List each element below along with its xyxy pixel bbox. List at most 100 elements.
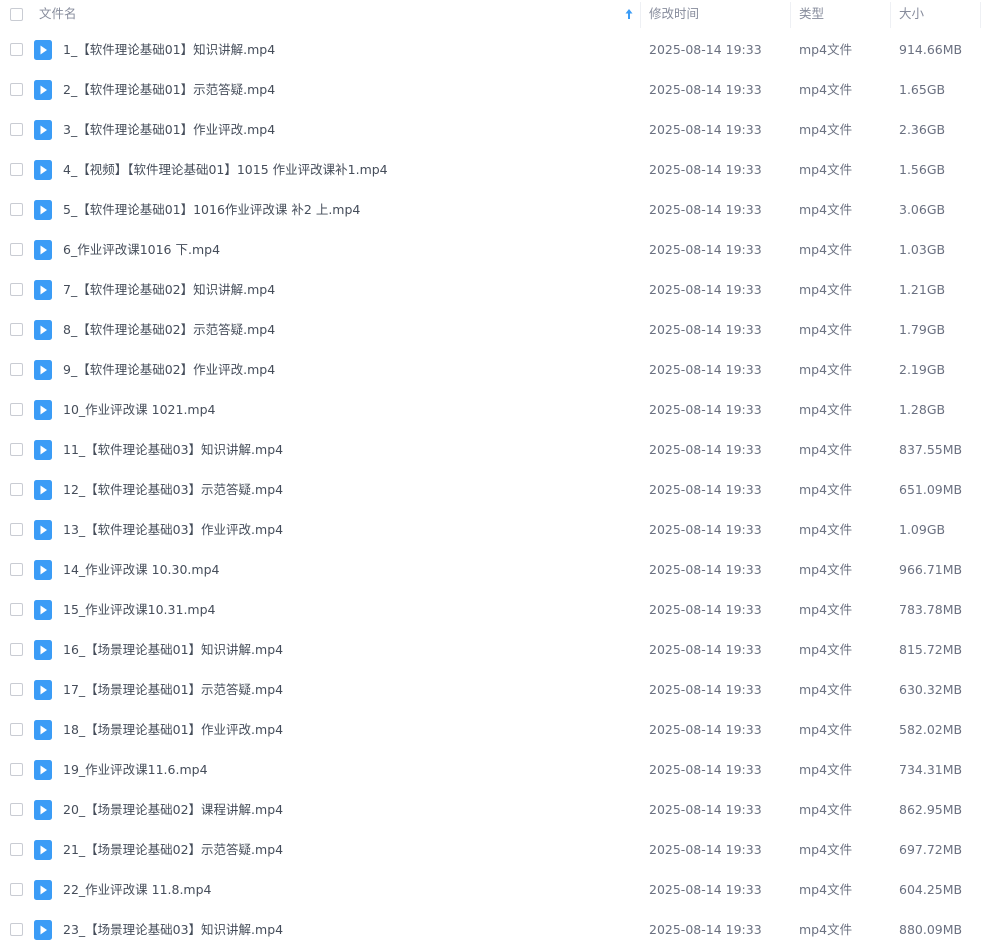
file-row[interactable]: 9_【软件理论基础02】作业评改.mp4 2025-08-14 19:33 mp4文… bbox=[0, 350, 990, 390]
column-header-type[interactable]: 类型 bbox=[799, 0, 824, 30]
file-name[interactable]: 14_作业评改课 10.30.mp4 bbox=[63, 550, 219, 590]
file-name[interactable]: 16_【场景理论基础01】知识讲解.mp4 bbox=[63, 630, 283, 670]
file-type: mp4文件 bbox=[799, 162, 853, 177]
file-row[interactable]: 18_【场景理论基础01】作业评改.mp4 2025-08-14 19:33 mp4… bbox=[0, 710, 990, 750]
file-name[interactable]: 1_【软件理论基础01】知识讲解.mp4 bbox=[63, 30, 275, 70]
file-name[interactable]: 6_作业评改课1016 下.mp4 bbox=[63, 230, 220, 270]
select-all-checkbox[interactable] bbox=[10, 8, 23, 21]
file-name[interactable]: 19_作业评改课11.6.mp4 bbox=[63, 750, 208, 790]
row-checkbox[interactable] bbox=[10, 763, 23, 776]
row-checkbox[interactable] bbox=[10, 283, 23, 296]
file-row[interactable]: 13_【软件理论基础03】作业评改.mp4 2025-08-14 19:33 mp4… bbox=[0, 510, 990, 550]
file-name[interactable]: 23_【场景理论基础03】知识讲解.mp4 bbox=[63, 910, 283, 950]
row-checkbox[interactable] bbox=[10, 643, 23, 656]
file-row[interactable]: 22_作业评改课 11.8.mp4 2025-08-14 19:33 mp4文件 60… bbox=[0, 870, 990, 910]
file-name[interactable]: 5_【软件理论基础01】1016作业评改课 补2 上.mp4 bbox=[63, 190, 360, 230]
row-checkbox[interactable] bbox=[10, 483, 23, 496]
row-checkbox[interactable] bbox=[10, 203, 23, 216]
row-checkbox[interactable] bbox=[10, 723, 23, 736]
file-name[interactable]: 17_【场景理论基础01】示范答疑.mp4 bbox=[63, 670, 283, 710]
file-type: mp4文件 bbox=[799, 762, 853, 777]
modified-time: 2025-08-14 19:33 bbox=[649, 122, 762, 137]
file-size: 815.72MB bbox=[899, 642, 963, 657]
file-row[interactable]: 6_作业评改课1016 下.mp4 2025-08-14 19:33 mp4文件 1.… bbox=[0, 230, 990, 270]
file-size: 1.79GB bbox=[899, 322, 946, 337]
file-name[interactable]: 21_【场景理论基础02】示范答疑.mp4 bbox=[63, 830, 283, 870]
row-checkbox[interactable] bbox=[10, 83, 23, 96]
row-checkbox[interactable] bbox=[10, 43, 23, 56]
row-checkbox[interactable] bbox=[10, 243, 23, 256]
file-name[interactable]: 11_【软件理论基础03】知识讲解.mp4 bbox=[63, 430, 283, 470]
modified-time: 2025-08-14 19:33 bbox=[649, 482, 762, 497]
arrow-up-icon[interactable] bbox=[624, 7, 634, 21]
file-row[interactable]: 23_【场景理论基础03】知识讲解.mp4 2025-08-14 19:33 mp4… bbox=[0, 910, 990, 950]
file-row[interactable]: 4_【视频】【软件理论基础01】1015 作业评改课补1.mp4 2025-08-… bbox=[0, 150, 990, 190]
file-type: mp4文件 bbox=[799, 642, 853, 657]
row-checkbox[interactable] bbox=[10, 443, 23, 456]
row-checkbox[interactable] bbox=[10, 363, 23, 376]
row-checkbox[interactable] bbox=[10, 563, 23, 576]
row-checkbox[interactable] bbox=[10, 843, 23, 856]
file-size: 880.09MB bbox=[899, 922, 963, 937]
file-size: 604.25MB bbox=[899, 882, 963, 897]
modified-time: 2025-08-14 19:33 bbox=[649, 642, 762, 657]
file-row[interactable]: 11_【软件理论基础03】知识讲解.mp4 2025-08-14 19:33 mp4… bbox=[0, 430, 990, 470]
row-checkbox[interactable] bbox=[10, 803, 23, 816]
file-row[interactable]: 8_【软件理论基础02】示范答疑.mp4 2025-08-14 19:33 mp4文… bbox=[0, 310, 990, 350]
file-name[interactable]: 9_【软件理论基础02】作业评改.mp4 bbox=[63, 350, 275, 390]
file-name[interactable]: 2_【软件理论基础01】示范答疑.mp4 bbox=[63, 70, 275, 110]
video-file-icon bbox=[34, 840, 52, 860]
file-name[interactable]: 10_作业评改课 1021.mp4 bbox=[63, 390, 215, 430]
column-divider[interactable] bbox=[640, 2, 641, 28]
file-row[interactable]: 17_【场景理论基础01】示范答疑.mp4 2025-08-14 19:33 mp4… bbox=[0, 670, 990, 710]
file-row[interactable]: 2_【软件理论基础01】示范答疑.mp4 2025-08-14 19:33 mp4文… bbox=[0, 70, 990, 110]
file-row[interactable]: 1_【软件理论基础01】知识讲解.mp4 2025-08-14 19:33 mp4文… bbox=[0, 30, 990, 70]
file-name[interactable]: 12_【软件理论基础03】示范答疑.mp4 bbox=[63, 470, 283, 510]
file-row[interactable]: 16_【场景理论基础01】知识讲解.mp4 2025-08-14 19:33 mp4… bbox=[0, 630, 990, 670]
file-type: mp4文件 bbox=[799, 362, 853, 377]
file-name[interactable]: 8_【软件理论基础02】示范答疑.mp4 bbox=[63, 310, 275, 350]
file-size: 914.66MB bbox=[899, 42, 963, 57]
file-name[interactable]: 7_【软件理论基础02】知识讲解.mp4 bbox=[63, 270, 275, 310]
file-row[interactable]: 14_作业评改课 10.30.mp4 2025-08-14 19:33 mp4文件 9… bbox=[0, 550, 990, 590]
row-checkbox[interactable] bbox=[10, 403, 23, 416]
file-row[interactable]: 21_【场景理论基础02】示范答疑.mp4 2025-08-14 19:33 mp4… bbox=[0, 830, 990, 870]
file-name[interactable]: 4_【视频】【软件理论基础01】1015 作业评改课补1.mp4 bbox=[63, 150, 388, 190]
file-name[interactable]: 13_【软件理论基础03】作业评改.mp4 bbox=[63, 510, 283, 550]
row-checkbox[interactable] bbox=[10, 883, 23, 896]
video-file-icon bbox=[34, 400, 52, 420]
file-type: mp4文件 bbox=[799, 602, 853, 617]
video-file-icon bbox=[34, 40, 52, 60]
file-size: 1.09GB bbox=[899, 522, 946, 537]
column-header-name[interactable]: 文件名 bbox=[39, 0, 77, 30]
file-name[interactable]: 18_【场景理论基础01】作业评改.mp4 bbox=[63, 710, 283, 750]
column-header-date[interactable]: 修改时间 bbox=[649, 0, 699, 30]
row-checkbox[interactable] bbox=[10, 163, 23, 176]
file-row[interactable]: 7_【软件理论基础02】知识讲解.mp4 2025-08-14 19:33 mp4文… bbox=[0, 270, 990, 310]
file-row[interactable]: 3_【软件理论基础01】作业评改.mp4 2025-08-14 19:33 mp4文… bbox=[0, 110, 990, 150]
row-checkbox[interactable] bbox=[10, 323, 23, 336]
file-row[interactable]: 20_【场景理论基础02】课程讲解.mp4 2025-08-14 19:33 mp4… bbox=[0, 790, 990, 830]
modified-time: 2025-08-14 19:33 bbox=[649, 242, 762, 257]
file-row[interactable]: 15_作业评改课10.31.mp4 2025-08-14 19:33 mp4文件 78… bbox=[0, 590, 990, 630]
file-name[interactable]: 22_作业评改课 11.8.mp4 bbox=[63, 870, 212, 910]
file-name[interactable]: 3_【软件理论基础01】作业评改.mp4 bbox=[63, 110, 275, 150]
modified-time: 2025-08-14 19:33 bbox=[649, 522, 762, 537]
column-divider[interactable] bbox=[890, 2, 891, 28]
file-name[interactable]: 15_作业评改课10.31.mp4 bbox=[63, 590, 215, 630]
video-file-icon bbox=[34, 120, 52, 140]
file-size: 2.19GB bbox=[899, 362, 946, 377]
column-divider[interactable] bbox=[980, 2, 981, 28]
row-checkbox[interactable] bbox=[10, 603, 23, 616]
column-header-size[interactable]: 大小 bbox=[899, 0, 924, 30]
column-divider[interactable] bbox=[790, 2, 791, 28]
row-checkbox[interactable] bbox=[10, 683, 23, 696]
file-row[interactable]: 12_【软件理论基础03】示范答疑.mp4 2025-08-14 19:33 mp4… bbox=[0, 470, 990, 510]
file-row[interactable]: 10_作业评改课 1021.mp4 2025-08-14 19:33 mp4文件 1.… bbox=[0, 390, 990, 430]
file-name[interactable]: 20_【场景理论基础02】课程讲解.mp4 bbox=[63, 790, 283, 830]
file-row[interactable]: 5_【软件理论基础01】1016作业评改课 补2 上.mp4 2025-08-14… bbox=[0, 190, 990, 230]
row-checkbox[interactable] bbox=[10, 123, 23, 136]
file-row[interactable]: 19_作业评改课11.6.mp4 2025-08-14 19:33 mp4文件 734… bbox=[0, 750, 990, 790]
row-checkbox[interactable] bbox=[10, 523, 23, 536]
video-file-icon bbox=[34, 720, 52, 740]
